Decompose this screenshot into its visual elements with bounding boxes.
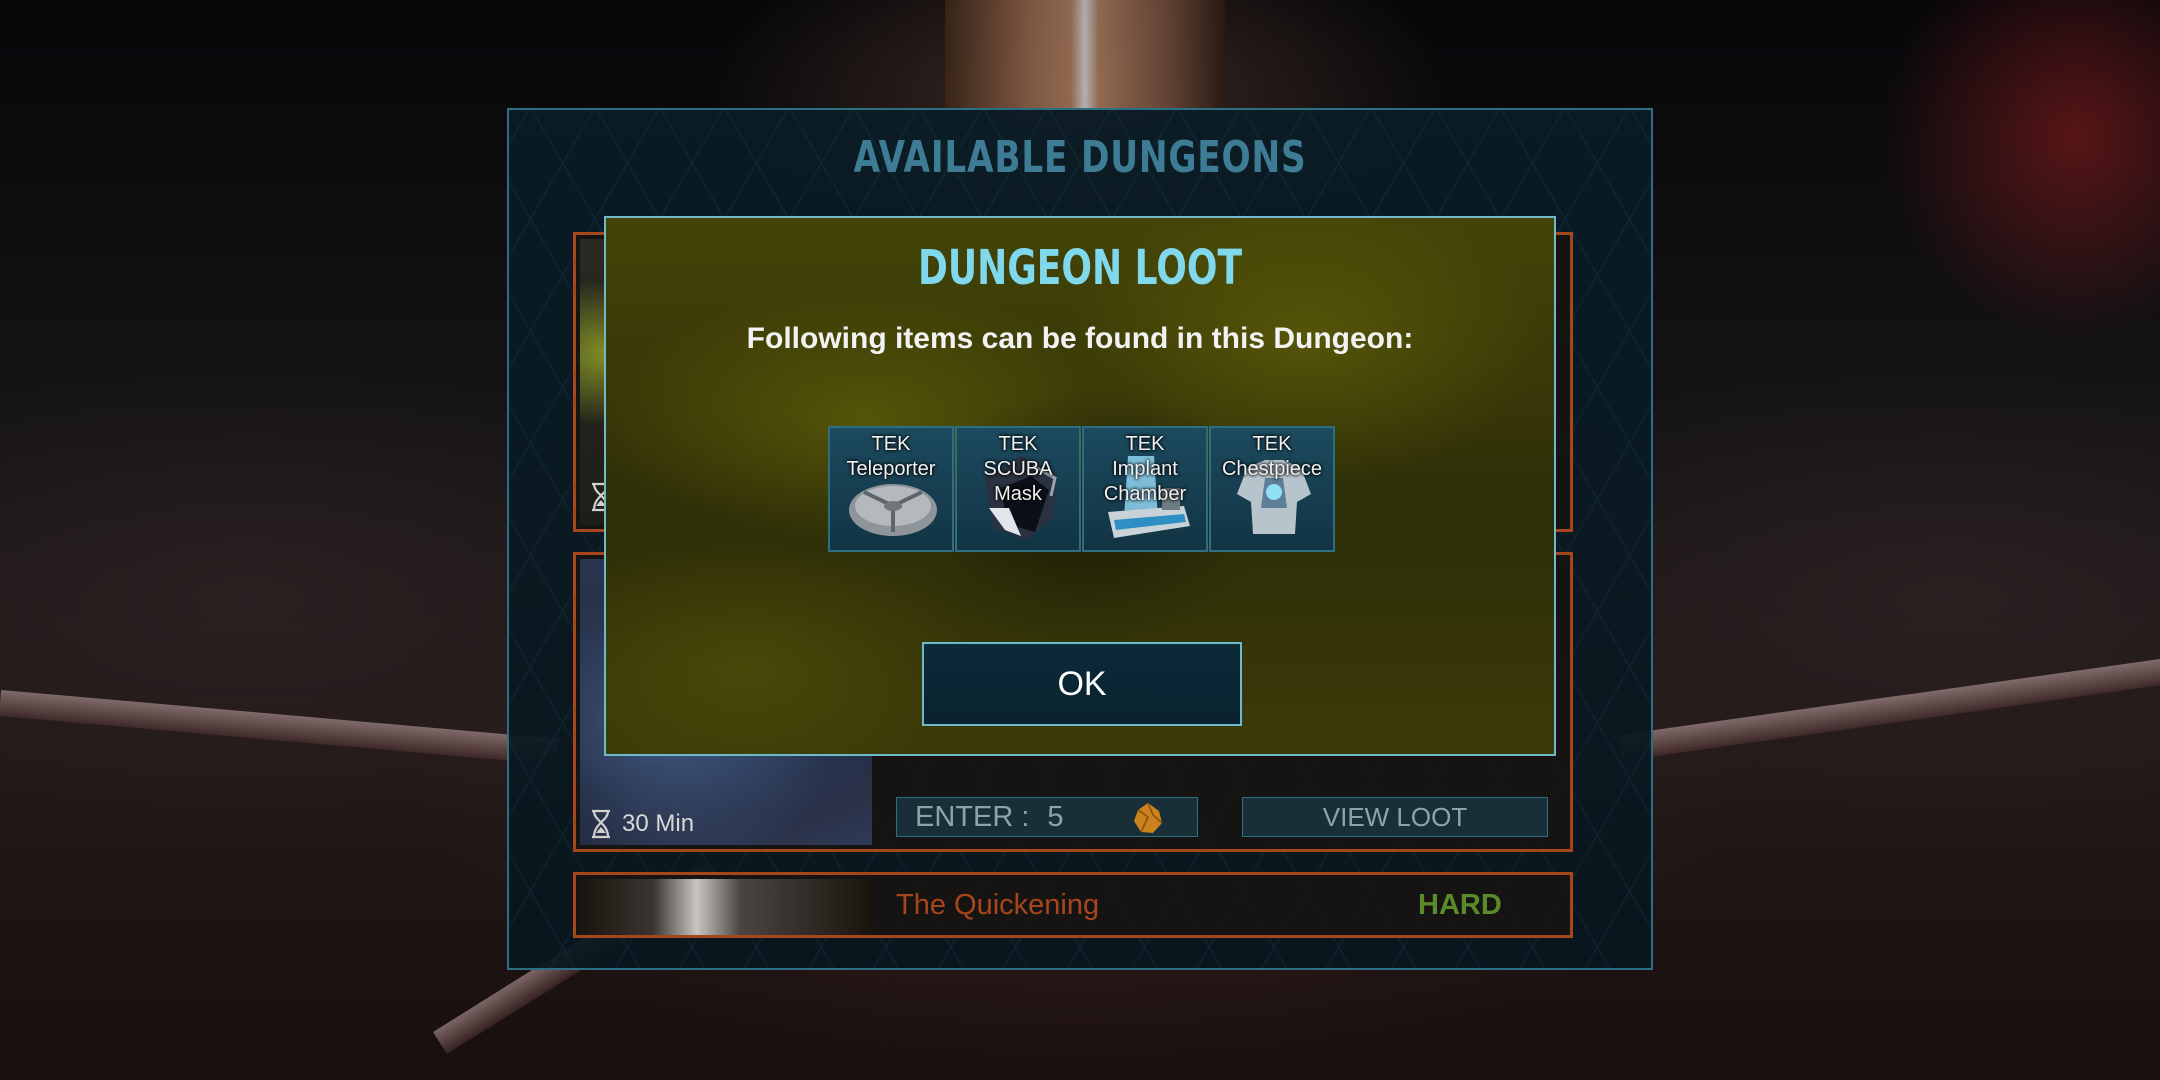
timer-text: 30 Min [622,810,695,837]
dungeon-card[interactable]: The Quickening HARD [573,872,1573,938]
hourglass-icon [590,809,612,839]
background-pillar [945,0,1225,110]
background-rail [1618,651,2160,761]
item-label-line: Implant [1112,458,1178,480]
item-label-line: SCUBA [983,458,1053,480]
item-label-line: TEK [1252,433,1292,455]
loot-item-tek-chestpiece[interactable]: TEK Chestpiece [1209,426,1335,552]
loot-item-grid: TEK Teleporter TEK SCUBA Mask TEK Implan… [828,426,1335,552]
dungeon-timer: 30 Min [590,809,694,839]
item-label-line: Teleporter [846,458,936,480]
item-label-line: Mask [994,483,1042,505]
item-label-line: TEK [1125,433,1165,455]
item-label-line: Chamber [1103,483,1187,505]
difficulty-badge: HARD [1418,889,1502,921]
element-shard-icon [1131,801,1165,835]
dialog-subtitle: Following items can be found in this Dun… [746,322,1414,355]
enter-label: ENTER : [915,800,1030,833]
dungeon-thumbnail [580,879,872,935]
dungeon-loot-dialog: DUNGEON LOOT Following items can be foun… [604,216,1556,756]
panel-title: AVAILABLE DUNGEONS [853,132,1307,183]
item-label-line: Chestpiece [1221,458,1323,480]
loot-item-tek-scuba-mask[interactable]: TEK SCUBA Mask [955,426,1081,552]
ok-button[interactable]: OK [922,642,1242,726]
view-loot-button[interactable]: VIEW LOOT [1242,797,1548,837]
dungeon-name: The Quickening [896,889,1100,921]
background-red-light [1880,0,2160,340]
item-label-line: TEK [998,433,1038,455]
loot-item-tek-implant-chamber[interactable]: TEK Implant Chamber [1082,426,1208,552]
enter-cost: 5 [1047,800,1064,833]
dialog-title: DUNGEON LOOT [917,240,1243,296]
item-label-line: TEK [871,433,911,455]
loot-item-tek-teleporter[interactable]: TEK Teleporter [828,426,954,552]
enter-button[interactable]: ENTER : 5 [896,797,1198,837]
background-rail [0,690,560,765]
